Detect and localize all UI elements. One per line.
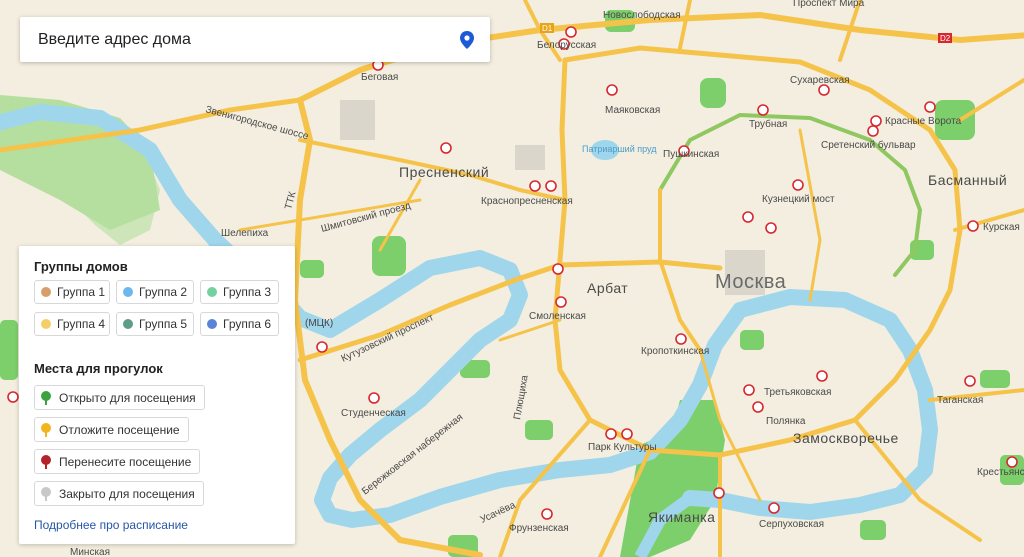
group-label: Группа 5	[139, 317, 188, 331]
tree-icon	[41, 422, 51, 437]
walks-title: Места для прогулок	[34, 361, 163, 376]
group-2-dot	[123, 287, 133, 297]
walk-reschedule-chip[interactable]: Перенесите посещение	[34, 449, 201, 474]
group-3-dot	[207, 287, 217, 297]
group-4-dot	[41, 319, 51, 329]
station-label: Трубная	[749, 118, 787, 130]
group-label: Группа 6	[223, 317, 272, 331]
district-label: Москва	[715, 271, 787, 293]
group-label: Группа 3	[223, 285, 272, 299]
group-4-chip[interactable]: Группа 4	[34, 312, 110, 336]
station-label: Кузнецкий мост	[762, 194, 835, 205]
d1-badge: D1	[540, 23, 554, 33]
group-6-dot	[207, 319, 217, 329]
district-label: Замоскворечье	[793, 430, 899, 446]
station-label: Пушкинская	[663, 149, 719, 160]
tree-icon	[41, 486, 51, 501]
svg-text:D2: D2	[940, 34, 951, 43]
mck-label: (МЦК)	[305, 318, 333, 329]
walk-closed-chip[interactable]: Закрыто для посещения	[34, 481, 204, 506]
station-label: Сретенский бульвар	[821, 139, 916, 151]
groups-title: Группы домов	[34, 259, 128, 274]
station-label: Таганская	[937, 395, 983, 406]
street-label: Минская	[70, 547, 110, 557]
walk-label: Открыто для посещения	[59, 390, 196, 405]
station-label: Крестьянс	[977, 467, 1024, 478]
station-label: Проспект Мира	[793, 0, 865, 9]
station-label: Красные Ворота	[885, 116, 962, 127]
station-label: Смоленская	[529, 311, 586, 322]
pond-label: Патриарший пруд	[582, 144, 657, 154]
tree-icon	[41, 454, 51, 469]
group-label: Группа 2	[139, 285, 188, 299]
group-1-dot	[41, 287, 51, 297]
station-label: Курская	[983, 222, 1020, 233]
svg-text:D1: D1	[542, 24, 553, 33]
station-label: Фрунзенская	[509, 523, 569, 534]
station-label: Студенческая	[341, 408, 406, 419]
walk-postpone-chip[interactable]: Отложите посещение	[34, 417, 189, 442]
location-pin-icon[interactable]	[460, 31, 474, 49]
station-label: Новослободская	[603, 9, 681, 21]
group-5-chip[interactable]: Группа 5	[116, 312, 194, 336]
walk-label: Перенесите посещение	[59, 454, 192, 469]
group-6-chip[interactable]: Группа 6	[200, 312, 279, 336]
address-search-input[interactable]	[20, 17, 450, 62]
district-label: Пресненский	[399, 164, 489, 180]
district-label: Арбат	[587, 280, 628, 296]
schedule-details-link[interactable]: Подробнее про расписание	[34, 518, 188, 532]
walk-label: Отложите посещение	[59, 422, 180, 437]
group-5-dot	[123, 319, 133, 329]
station-label: Полянка	[766, 416, 806, 427]
station-label: Парк Культуры	[588, 442, 657, 453]
station-label: Маяковская	[605, 105, 660, 116]
station-label: Белорусская	[537, 40, 596, 51]
district-label: Басманный	[928, 172, 1007, 188]
walk-label: Закрыто для посещения	[59, 486, 195, 501]
district-label: Якиманка	[648, 509, 715, 525]
group-3-chip[interactable]: Группа 3	[200, 280, 279, 304]
station-label: Шелепиха	[221, 228, 269, 239]
station-label: Краснопресненская	[481, 196, 573, 207]
station-label: Беговая	[361, 72, 398, 83]
group-label: Группа 4	[57, 317, 106, 331]
d2-badge: D2	[938, 33, 952, 43]
station-label: Сухаревская	[790, 75, 850, 86]
walk-open-chip[interactable]: Открыто для посещения	[34, 385, 205, 410]
legend-panel: Группы домов Группа 1 Группа 2 Группа 3 …	[19, 246, 295, 544]
station-label: Кропоткинская	[641, 346, 709, 357]
group-2-chip[interactable]: Группа 2	[116, 280, 194, 304]
station-label: Третьяковская	[764, 387, 831, 398]
station-label: Серпуховская	[759, 519, 824, 530]
group-label: Группа 1	[57, 285, 106, 299]
address-search	[20, 17, 490, 62]
group-1-chip[interactable]: Группа 1	[34, 280, 110, 304]
tree-icon	[41, 390, 51, 405]
